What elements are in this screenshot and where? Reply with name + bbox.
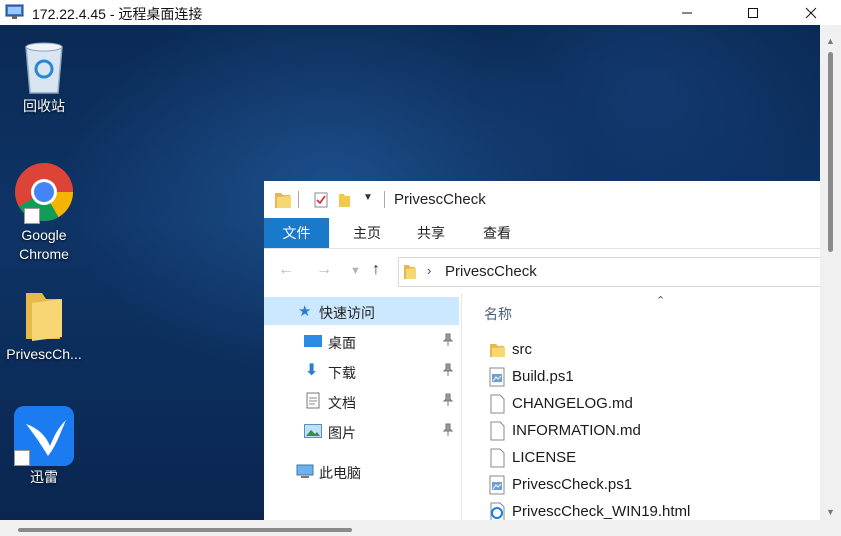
breadcrumb-privesccheck[interactable]: PrivescCheck <box>445 263 537 280</box>
chrome-icon <box>15 163 73 221</box>
navigation-pane: ★ 快速访问 桌面 ⬇ 下载 文档 图片 此电脑 <box>264 294 461 520</box>
star-icon: ★ <box>298 303 312 320</box>
scrollbar-corner <box>820 520 841 536</box>
scroll-up-icon[interactable]: ▲ <box>826 36 835 46</box>
recent-dropdown-icon[interactable]: ▼ <box>350 265 361 277</box>
list-item[interactable]: src <box>486 336 806 363</box>
folder-icon <box>404 265 416 279</box>
folder-icon <box>26 293 62 341</box>
shortcut-arrow-icon <box>24 208 40 224</box>
nav-pictures[interactable]: 图片 <box>264 417 459 445</box>
file-list: ⌃ 名称 src Build.ps1 CHANGELOG.md INFORMAT… <box>462 294 820 520</box>
desktop-icon-chrome[interactable]: Google Chrome <box>2 160 86 264</box>
close-button[interactable] <box>788 0 834 25</box>
desktop-icon-label: Google Chrome <box>19 227 69 262</box>
powershell-script-icon <box>489 475 505 495</box>
tab-share[interactable]: 共享 <box>406 218 456 248</box>
list-item[interactable]: PrivescCheck.ps1 <box>486 471 806 498</box>
download-arrow-icon: ⬇ <box>305 362 319 379</box>
document-icon <box>490 421 505 441</box>
maximize-icon <box>748 7 758 18</box>
document-icon <box>490 394 505 414</box>
up-arrow-icon[interactable]: ↑ <box>372 261 380 279</box>
properties-icon[interactable] <box>314 192 328 208</box>
sort-ascending-icon: ⌃ <box>656 295 666 307</box>
shortcut-arrow-icon <box>14 450 30 466</box>
window-title: 172.22.4.45 - 远程桌面连接 <box>32 6 203 22</box>
pin-icon[interactable] <box>442 393 454 407</box>
remote-desktop-icon <box>5 4 24 19</box>
tab-home[interactable]: 主页 <box>342 218 392 248</box>
nav-desktop[interactable]: 桌面 <box>264 327 459 355</box>
desktop-icon-xunlei[interactable]: 迅雷 <box>2 406 86 487</box>
tab-view[interactable]: 查看 <box>472 218 522 248</box>
document-icon <box>490 448 505 468</box>
list-item[interactable]: INFORMATION.md <box>486 417 806 444</box>
tab-file[interactable]: 文件 <box>264 218 329 248</box>
back-arrow-icon[interactable]: ← <box>278 261 294 279</box>
desktop-icon-label: 回收站 <box>23 98 65 114</box>
qat-dropdown-icon[interactable]: ▼ <box>363 192 373 203</box>
maximize-button[interactable] <box>730 0 776 25</box>
address-row: ← → ▼ ↑ › PrivescCheck <box>264 249 820 294</box>
scroll-down-icon[interactable]: ▼ <box>826 507 835 517</box>
pin-icon[interactable] <box>442 423 454 437</box>
explorer-title: PrivescCheck <box>394 191 486 208</box>
powershell-script-icon <box>489 367 505 387</box>
pictures-icon <box>304 424 322 438</box>
column-header-name[interactable]: 名称 <box>484 304 512 324</box>
nav-this-pc[interactable]: 此电脑 <box>264 457 459 485</box>
documents-icon <box>306 392 320 409</box>
pin-icon[interactable] <box>442 363 454 377</box>
new-folder-icon[interactable] <box>338 192 352 208</box>
folder-icon <box>490 344 505 357</box>
close-icon <box>805 7 817 18</box>
list-item[interactable]: Build.ps1 <box>486 363 806 390</box>
rdp-title-bar[interactable]: 172.22.4.45 - 远程桌面连接 <box>0 0 841 25</box>
minimize-icon <box>682 12 692 13</box>
desktop-icon-label: PrivescCh... <box>6 346 82 362</box>
quick-access-toolbar: ▼ PrivescCheck <box>264 181 820 218</box>
horizontal-scroll-thumb[interactable] <box>18 528 352 532</box>
forward-arrow-icon[interactable]: → <box>316 261 332 279</box>
pin-icon[interactable] <box>442 333 454 347</box>
minimize-button[interactable] <box>664 0 710 25</box>
nav-documents[interactable]: 文档 <box>264 387 459 415</box>
address-bar[interactable]: › PrivescCheck <box>398 257 820 287</box>
folder-icon <box>275 193 291 208</box>
desktop-icon-recycle-bin[interactable]: 回收站 <box>2 39 86 116</box>
file-explorer-window[interactable]: ▼ PrivescCheck 文件 主页 共享 查看 ← → ▼ ↑ › Pri… <box>264 181 820 520</box>
desktop-icon <box>304 335 322 347</box>
vertical-scroll-thumb[interactable] <box>828 52 833 252</box>
list-item[interactable]: PrivescCheck_WIN19.html <box>486 498 806 520</box>
recycle-bin-icon <box>25 42 63 94</box>
desktop-icon-privesccheck-folder[interactable]: PrivescCh... <box>2 287 86 364</box>
list-item[interactable]: LICENSE <box>486 444 806 471</box>
list-item[interactable]: CHANGELOG.md <box>486 390 806 417</box>
nav-quick-access[interactable]: ★ 快速访问 <box>264 297 459 325</box>
html-document-icon <box>490 502 505 520</box>
nav-downloads[interactable]: ⬇ 下载 <box>264 357 459 385</box>
desktop-icon-label: 迅雷 <box>30 469 58 485</box>
ribbon-tabs: 文件 主页 共享 查看 <box>264 218 820 249</box>
computer-icon <box>296 464 314 478</box>
breadcrumb-chevron-icon[interactable]: › <box>427 263 431 278</box>
